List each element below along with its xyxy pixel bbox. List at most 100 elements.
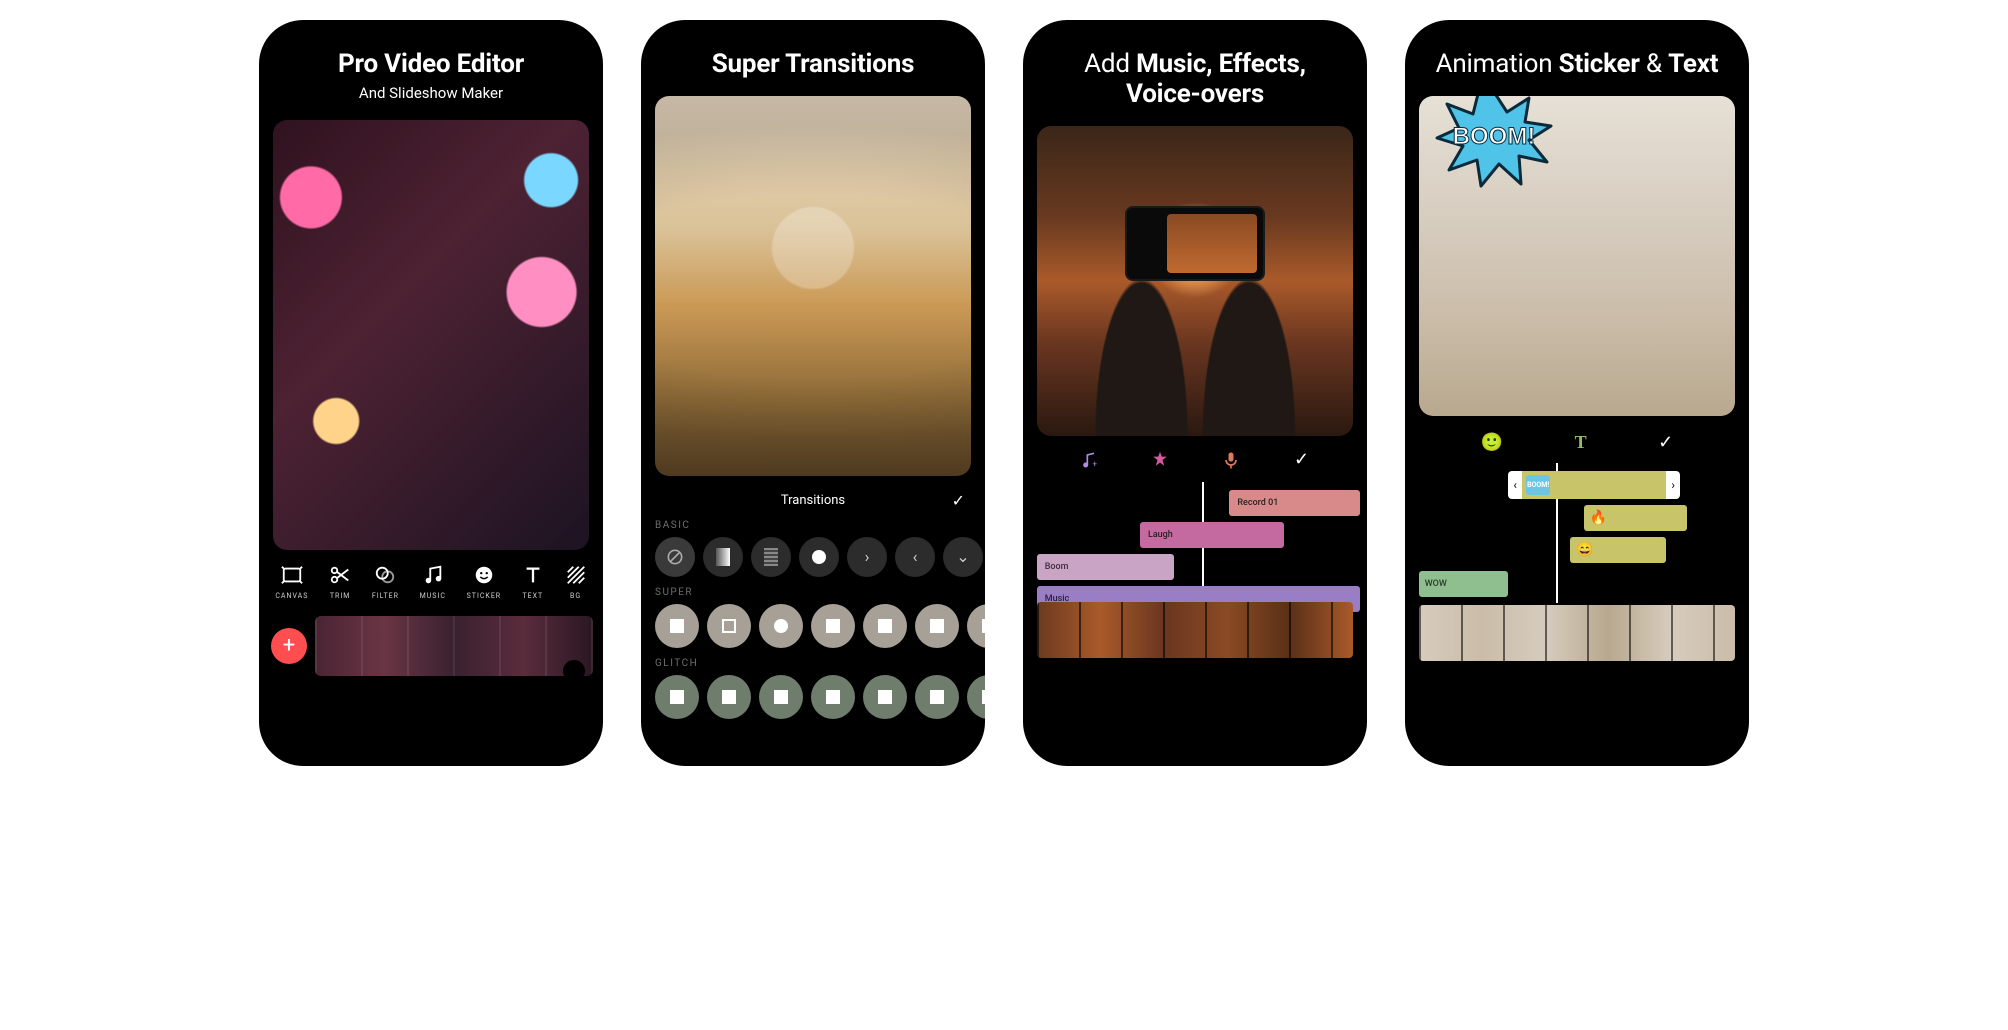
tool-bg[interactable]: BG bbox=[565, 564, 587, 600]
text-tab-icon[interactable]: T bbox=[1575, 432, 1587, 453]
glitch-transitions-row[interactable] bbox=[641, 671, 985, 723]
voiceover-mic-icon[interactable] bbox=[1221, 450, 1241, 470]
preview-image-4: BOOM! bbox=[1419, 96, 1735, 416]
title-3-bold-b: Voice-overs bbox=[1126, 79, 1264, 109]
text-icon bbox=[522, 564, 544, 586]
editor-toolbar: CANVAS TRIM FILTER MUSIC STICKER TEXT bbox=[259, 550, 603, 606]
sticker-timeline[interactable]: ‹ BOOM! › 🔥 😄 WOW bbox=[1405, 463, 1749, 673]
title-4-bold-b: Text bbox=[1668, 49, 1718, 79]
notch bbox=[1502, 20, 1652, 46]
audio-tool-icons: + ✓ bbox=[1023, 436, 1367, 476]
transition-iris[interactable] bbox=[799, 537, 839, 577]
title-4-bold-a: Sticker bbox=[1559, 49, 1640, 79]
track-laugh[interactable]: Laugh bbox=[1140, 522, 1284, 548]
preview-image-3 bbox=[1037, 126, 1353, 436]
mini-boom-thumb: BOOM! bbox=[1526, 475, 1550, 495]
phone-in-hands bbox=[1125, 206, 1264, 280]
transitions-panel-title: Transitions bbox=[781, 493, 845, 508]
svg-text:+: + bbox=[1092, 459, 1097, 469]
screenshots-row: Pro Video Editor And Slideshow Maker CAN… bbox=[259, 20, 1749, 766]
tool-sticker[interactable]: STICKER bbox=[467, 564, 501, 600]
boom-text: BOOM! bbox=[1453, 123, 1536, 150]
glitch-transition-4[interactable] bbox=[811, 675, 855, 719]
tool-text[interactable]: TEXT bbox=[522, 564, 544, 600]
left-grip-icon[interactable]: ‹ bbox=[1508, 471, 1522, 499]
confirm-check-icon[interactable]: ✓ bbox=[1292, 450, 1312, 470]
sticker-clip-fire[interactable]: 🔥 bbox=[1584, 505, 1687, 531]
transition-dissolve[interactable] bbox=[751, 537, 791, 577]
super-transition-2[interactable] bbox=[707, 604, 751, 648]
super-transition-7[interactable] bbox=[967, 604, 985, 648]
glitch-transition-7[interactable] bbox=[967, 675, 985, 719]
title-2: Super Transitions bbox=[659, 50, 967, 80]
next-clip-icon[interactable]: ➔ bbox=[568, 665, 584, 681]
boom-sticker: BOOM! bbox=[1429, 96, 1559, 194]
super-transition-3[interactable] bbox=[759, 604, 803, 648]
transition-none[interactable] bbox=[655, 537, 695, 577]
right-grip-icon[interactable]: › bbox=[1666, 471, 1680, 499]
selected-sticker-clip[interactable]: ‹ BOOM! › bbox=[1508, 471, 1680, 499]
plus-icon: + bbox=[283, 633, 295, 658]
transition-slide-left[interactable]: ‹ bbox=[895, 537, 935, 577]
super-transition-6[interactable] bbox=[915, 604, 959, 648]
confirm-check-icon[interactable]: ✓ bbox=[952, 491, 965, 510]
tool-text-label: TEXT bbox=[522, 592, 543, 600]
super-transition-5[interactable] bbox=[863, 604, 907, 648]
tool-trim-label: TRIM bbox=[330, 592, 351, 600]
sticker-tab-icon[interactable]: 🙂 bbox=[1481, 432, 1503, 453]
add-music-icon[interactable]: + bbox=[1079, 450, 1099, 470]
tool-canvas-label: CANVAS bbox=[275, 592, 308, 600]
text-clip-wow[interactable]: WOW bbox=[1419, 571, 1508, 597]
video-filmstrip[interactable] bbox=[1037, 602, 1354, 658]
tool-canvas[interactable]: CANVAS bbox=[275, 564, 308, 600]
tool-bg-label: BG bbox=[570, 592, 581, 600]
glitch-transition-3[interactable] bbox=[759, 675, 803, 719]
bg-icon bbox=[565, 564, 587, 586]
section-glitch-label: GLITCH bbox=[641, 652, 985, 671]
title-4-mid: & bbox=[1640, 49, 1668, 79]
title-3-bold-a: Music, Effects, bbox=[1136, 49, 1306, 79]
sticker-tool-icons: 🙂 T ✓ bbox=[1405, 416, 1749, 461]
super-transition-1[interactable] bbox=[655, 604, 699, 648]
confirm-check-icon[interactable]: ✓ bbox=[1658, 432, 1673, 453]
glitch-transition-1[interactable] bbox=[655, 675, 699, 719]
basic-transitions-row[interactable]: › ‹ ⌄ bbox=[641, 533, 985, 581]
glitch-transition-5[interactable] bbox=[863, 675, 907, 719]
track-record[interactable]: Record 01 bbox=[1229, 490, 1360, 516]
notch bbox=[356, 20, 506, 46]
super-transition-4[interactable] bbox=[811, 604, 855, 648]
tool-filter-label: FILTER bbox=[372, 592, 399, 600]
add-clip-button[interactable]: + bbox=[271, 628, 307, 664]
preview-image-1 bbox=[273, 120, 589, 550]
hand-left bbox=[1088, 256, 1195, 436]
screenshot-1: Pro Video Editor And Slideshow Maker CAN… bbox=[259, 20, 603, 766]
tool-sticker-label: STICKER bbox=[467, 592, 501, 600]
title-3-pre: Add bbox=[1084, 49, 1136, 79]
notch bbox=[738, 20, 888, 46]
track-boom[interactable]: Boom bbox=[1037, 554, 1175, 580]
tool-music[interactable]: MUSIC bbox=[420, 564, 446, 600]
transition-slide-down[interactable]: ⌄ bbox=[943, 537, 983, 577]
transition-fade[interactable] bbox=[703, 537, 743, 577]
glitch-transition-6[interactable] bbox=[915, 675, 959, 719]
video-filmstrip[interactable] bbox=[1419, 605, 1736, 661]
effects-icon[interactable] bbox=[1150, 450, 1170, 470]
sticker-clip-body[interactable]: BOOM! bbox=[1522, 471, 1666, 499]
sticker-clip-grin[interactable]: 😄 bbox=[1570, 537, 1666, 563]
tool-music-label: MUSIC bbox=[420, 592, 446, 600]
super-transitions-row[interactable] bbox=[641, 600, 985, 652]
screenshot-3: Add Music, Effects, Voice-overs + ✓ Reco… bbox=[1023, 20, 1367, 766]
music-icon bbox=[422, 564, 444, 586]
canvas-icon bbox=[281, 564, 303, 586]
tool-trim[interactable]: TRIM bbox=[329, 564, 351, 600]
tool-filter[interactable]: FILTER bbox=[372, 564, 399, 600]
transitions-panel-header: Transitions ✓ bbox=[641, 488, 985, 514]
transition-slide-right[interactable]: › bbox=[847, 537, 887, 577]
title-1: Pro Video Editor bbox=[277, 50, 585, 80]
notch bbox=[1120, 20, 1270, 46]
title-3: Add Music, Effects, Voice-overs bbox=[1041, 50, 1349, 110]
clip-thumbnails[interactable]: ➔ bbox=[315, 616, 593, 676]
title-4-pre: Animation bbox=[1436, 49, 1559, 79]
glitch-transition-2[interactable] bbox=[707, 675, 751, 719]
audio-timeline[interactable]: Record 01 Laugh Boom Music bbox=[1023, 482, 1367, 672]
